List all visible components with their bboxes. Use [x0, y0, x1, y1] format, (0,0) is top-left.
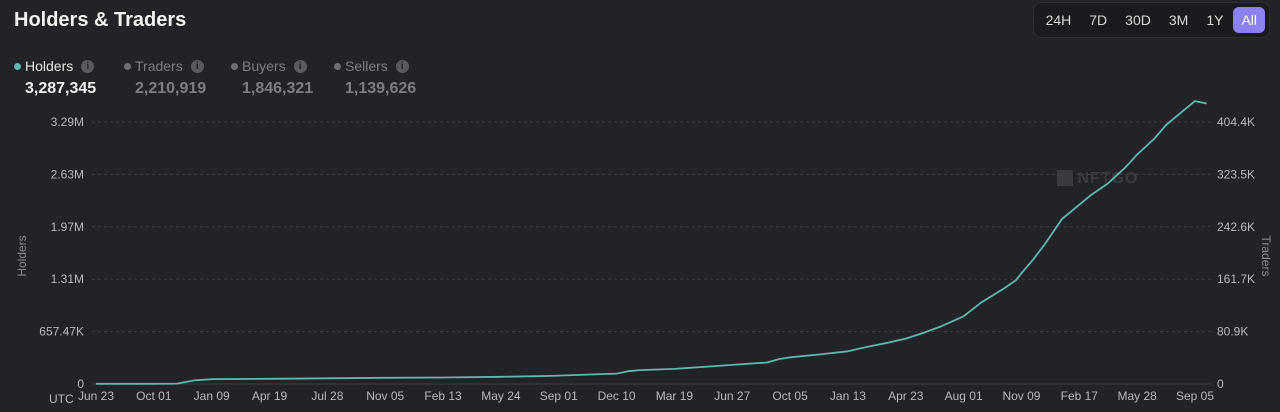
- y-tick-label-left: 3.29M: [51, 115, 84, 129]
- y-tick-label-right: 404.4K: [1217, 115, 1255, 129]
- x-tick-label: Jan 13: [830, 389, 866, 403]
- y-tick-label-left: 657.47K: [39, 325, 84, 339]
- x-tick-label: Jun 27: [714, 389, 750, 403]
- y-tick-label-right: 242.6K: [1217, 220, 1255, 234]
- holders-series-line: [96, 100, 1207, 385]
- x-tick-label: Nov 09: [1002, 389, 1040, 403]
- x-tick-label: Feb 17: [1061, 389, 1099, 403]
- y-tick-label-left: 1.31M: [51, 272, 84, 286]
- x-tick-label: Sep 01: [540, 389, 578, 403]
- x-tick-label: Apr 19: [252, 389, 288, 403]
- x-tick-label: Jun 23: [78, 389, 114, 403]
- x-tick-label: Feb 13: [424, 389, 462, 403]
- x-tick-label: Dec 10: [598, 389, 636, 403]
- x-tick-label: Jan 09: [194, 389, 230, 403]
- nftgo-watermark: NFTGO: [1078, 170, 1139, 187]
- holders-traders-chart: 0 0657.47K 80.9K1.31M 161.7K1.97M 242.6K2.63…: [15, 100, 1273, 406]
- y-tick-label-right: 323.5K: [1217, 167, 1255, 181]
- y-tick-label-right: 161.7K: [1217, 272, 1255, 286]
- y-tick-label-left: 1.97M: [51, 220, 84, 234]
- x-tick-label: May 24: [481, 389, 521, 403]
- y-tick-label-right: 0: [1217, 377, 1224, 391]
- y-axis-title-right: Traders: [1259, 236, 1273, 277]
- x-tick-label: Aug 01: [945, 389, 983, 403]
- y-tick-label-right: 80.9K: [1217, 325, 1248, 339]
- x-tick-label: Mar 19: [656, 389, 694, 403]
- x-tick-label: May 28: [1117, 389, 1157, 403]
- nftgo-logo-icon: [1057, 170, 1073, 186]
- x-tick-label: Oct 01: [136, 389, 172, 403]
- x-tick-label: Apr 23: [888, 389, 924, 403]
- x-tick-label: Nov 05: [366, 389, 404, 403]
- x-tick-label: Jul 28: [311, 389, 343, 403]
- x-tick-label: Oct 05: [772, 389, 808, 403]
- x-axis-title: UTC: [49, 392, 74, 406]
- x-tick-label: Sep 05: [1176, 389, 1214, 403]
- y-tick-label-left: 2.63M: [51, 167, 84, 181]
- y-axis-title-left: Holders: [15, 235, 29, 276]
